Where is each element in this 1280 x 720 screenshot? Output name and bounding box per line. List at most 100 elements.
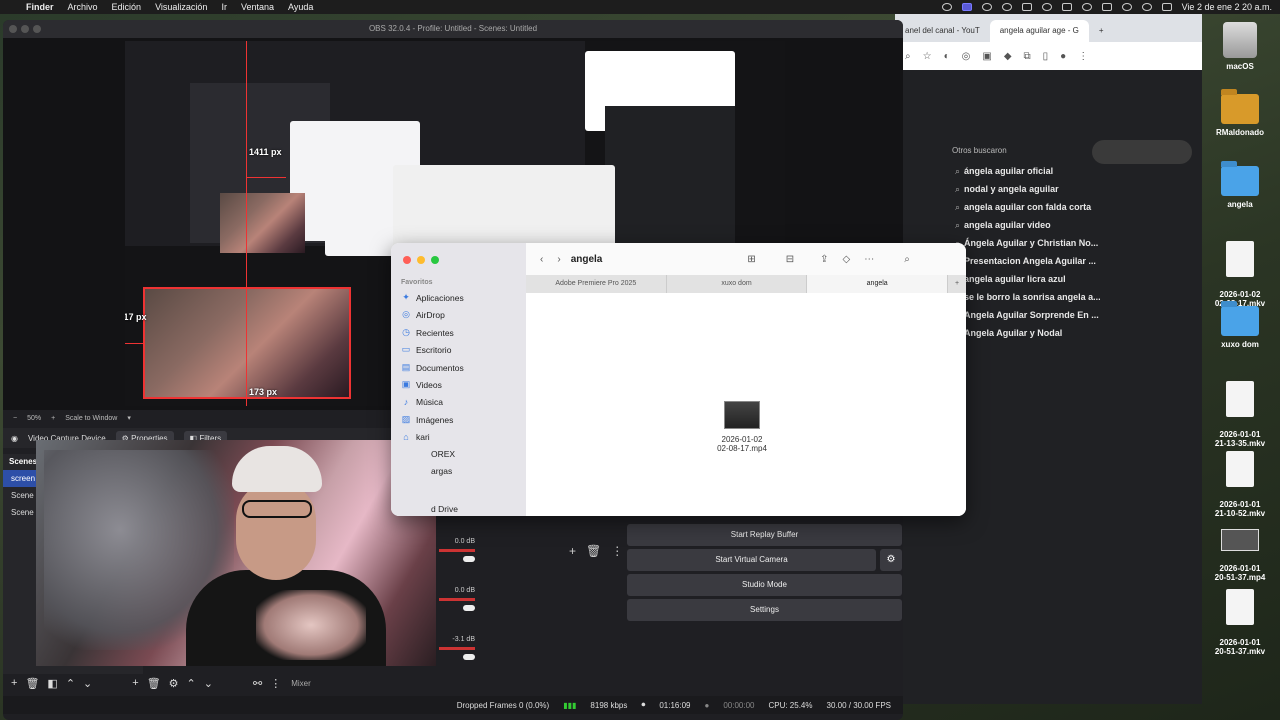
chevron-down-icon[interactable]: ⌄ [204,677,213,690]
add-icon[interactable]: + [569,544,576,558]
screen-record-icon[interactable] [961,3,972,11]
sidebar-item-partial[interactable]: d Drive [431,504,458,514]
suggestion-link[interactable]: ⌕ ángela aguilar oficial [955,166,1053,177]
desktop-icon-xuxo-dom[interactable]: xuxo dom [1200,301,1280,349]
new-tab-icon[interactable]: + [948,275,966,293]
new-tab-icon[interactable]: + [1089,20,1114,42]
sidebar-item-imagenes[interactable]: ▨ Imágenes [401,414,454,425]
more-icon[interactable]: ⋮ [611,544,623,558]
gear-icon[interactable]: ⚙ [169,677,179,690]
desktop-icon-angela[interactable]: angela [1200,161,1280,209]
grid-icon[interactable] [1061,3,1072,11]
extension-icon[interactable]: ◎ [962,51,971,62]
bookmark-star-icon[interactable]: ☆ [923,51,932,62]
chevron-down-icon[interactable]: ▾ [127,414,131,422]
bluetooth-icon[interactable] [1081,3,1092,11]
extension-icon[interactable]: ◐ [944,51,950,62]
file-item[interactable]: 2026-01-02 02-08-17.mp4 [702,401,782,453]
group-icon[interactable]: ⊟ [786,254,794,265]
menu-archivo[interactable]: Archivo [68,2,98,12]
desktop-icon-file[interactable]: 2026-01-01 20-51-37.mkv [1200,580,1280,665]
sidebar-item-kari[interactable]: ⌂ kari [401,432,429,442]
finder-tab-active[interactable]: angela [807,275,949,293]
menu-visualizacion[interactable]: Visualización [155,2,207,12]
suggestion-link[interactable]: ⌕Presentacion Angela Aguilar ... [955,256,1096,267]
chevron-up-icon[interactable]: ⌃ [66,677,75,690]
zoom-level[interactable]: 50% [27,415,41,422]
studio-mode-button[interactable]: Studio Mode [627,574,902,596]
suggestion-link[interactable]: ⌕ angela aguilar con falda corta [955,202,1091,213]
chevron-down-icon[interactable]: ⌄ [83,677,92,690]
battery-icon[interactable] [1101,3,1112,11]
suggestion-link[interactable]: ⌕ angela aguilar video [955,220,1051,231]
control-center-icon[interactable] [1161,3,1172,11]
start-replay-buffer-button[interactable]: Start Replay Buffer [627,524,902,546]
more-icon[interactable]: ⋮ [1078,51,1088,62]
desktop-icon-file[interactable]: 2026-01-01 21-10-52.mkv [1200,442,1280,527]
sidebar-item-aplicaciones[interactable]: ✦ Aplicaciones [401,292,464,303]
sidebar-item-airdrop[interactable]: ◎ AirDrop [401,309,445,320]
chrome-tab-active[interactable]: angela aguilar age - G [989,20,1089,42]
desktop-icon-rmaldonado[interactable]: RMaldonado [1200,89,1280,137]
nested-camera-selected[interactable] [143,287,351,399]
close-button[interactable] [403,256,411,264]
sidebar-item-partial[interactable]: argas [431,466,452,476]
extension-icon[interactable]: ◆ [1004,51,1012,62]
settings-button[interactable]: Settings [627,599,902,621]
menu-edicion[interactable]: Edición [112,2,142,12]
chrome-tab[interactable]: anel del canal - YouT [895,20,990,42]
search-icon[interactable] [1141,3,1152,11]
search-icon[interactable]: ⌕ [904,254,910,265]
menu-ayuda[interactable]: Ayuda [288,2,313,12]
share-icon[interactable]: ⇪ [820,254,828,265]
link-icon[interactable]: ⚯ [253,677,262,690]
volume-slider[interactable] [463,556,475,562]
play-icon[interactable] [1041,3,1052,11]
suggestion-link[interactable]: ⌕Angela Aguilar y Nodal [955,328,1062,339]
sidebar-item-documentos[interactable]: ▤ Documentos [401,362,464,373]
finder-tab[interactable]: xuxo dom [667,275,808,293]
headphones-icon[interactable] [981,3,992,11]
obs-status-icon[interactable] [941,3,952,11]
scale-mode[interactable]: Scale to Window [65,415,117,422]
close-button[interactable] [9,25,17,33]
tag-icon[interactable]: ◇ [843,254,851,265]
back-icon[interactable]: ‹ [540,254,543,265]
minimize-button[interactable] [417,256,425,264]
desktop-icon-file[interactable]: 2026-01-02 02-08-17.mkv [1200,232,1280,317]
sidebar-item-musica[interactable]: ♪ Música [401,397,443,407]
start-virtual-camera-button[interactable]: Start Virtual Camera [627,549,876,571]
media-controls-pill[interactable] [1092,140,1192,164]
gear-icon[interactable]: ⚙ [880,549,902,571]
trash-icon[interactable]: 🗑 [586,544,601,558]
more-icon[interactable]: ⋯ [864,254,874,265]
zoom-icon[interactable]: ⌕ [905,51,911,62]
add-icon[interactable]: + [132,677,138,689]
finder-file-area[interactable]: 2026-01-02 02-08-17.mp4 [526,293,966,516]
sidebar-item-escritorio[interactable]: ▭ Escritorio [401,344,452,355]
zoom-out-icon[interactable]: − [13,415,17,422]
sidepanel-icon[interactable]: ▯ [1043,51,1049,62]
menu-ventana[interactable]: Ventana [241,2,274,12]
view-grid-icon[interactable]: ⊞ [747,254,755,265]
menu-ir[interactable]: Ir [221,2,227,12]
sidebar-item-videos[interactable]: ▣ Videos [401,379,442,390]
profile-avatar-icon[interactable]: ● [1060,51,1066,62]
chevron-up-icon[interactable]: ⌃ [187,677,196,690]
cloud-icon[interactable] [1001,3,1012,11]
sidebar-item-partial[interactable]: OREX [431,449,455,459]
suggestion-link[interactable]: ⌕ nodal y angela aguilar [955,184,1059,195]
finder-tab[interactable]: Adobe Premiere Pro 2025 [526,275,667,293]
suggestion-link[interactable]: ⌕se le borro la sonrisa angela a... [955,292,1101,303]
more-icon[interactable]: ⋮ [270,677,281,690]
suggestion-link[interactable]: ⌕Angela Aguilar Sorprende En ... [955,310,1099,321]
desktop-icon-macos[interactable]: macOS [1200,22,1280,71]
vpn-icon[interactable] [1021,3,1032,11]
sidebar-item-recientes[interactable]: ◷ Recientes [401,327,454,338]
zoom-button[interactable] [431,256,439,264]
puzzle-icon[interactable]: ⧉ [1024,51,1031,62]
volume-slider[interactable] [463,605,475,611]
minimize-button[interactable] [21,25,29,33]
extension-icon[interactable]: ▣ [982,51,991,62]
suggestion-link[interactable]: ⌕angela aguilar licra azul [955,274,1066,285]
